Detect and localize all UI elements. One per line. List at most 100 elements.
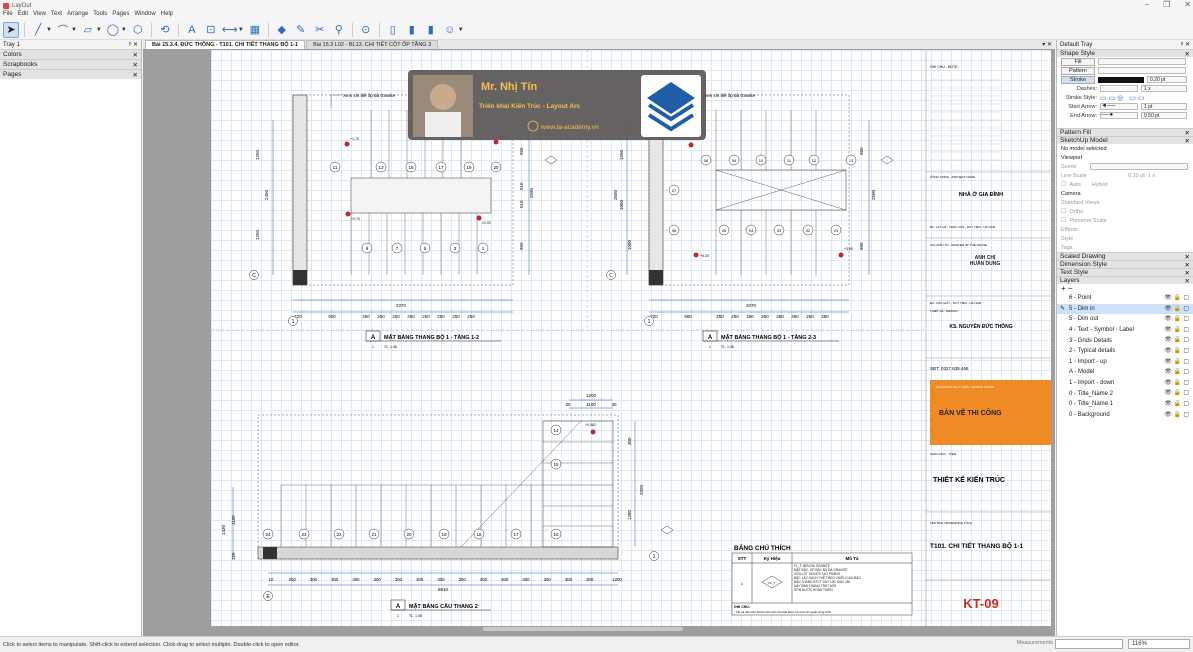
add-remove-layer-buttons[interactable]: + − (1061, 284, 1073, 293)
fill-button[interactable]: Fill (1061, 57, 1095, 66)
chevron-down-icon[interactable]: ▼ (238, 27, 244, 33)
panel-pattern-fill[interactable]: Pattern Fill ✕ (1057, 128, 1193, 137)
minimize-button[interactable]: − (1144, 0, 1149, 9)
arc-tool-icon[interactable]: ⌒ (55, 22, 71, 38)
layer-visibility-lock-icons[interactable]: 👁🔒▢ (1164, 315, 1191, 322)
close-icon[interactable]: ✕ (1185, 277, 1190, 285)
add-page-icon[interactable]: ▯ (385, 22, 401, 38)
render-mode[interactable]: Hybrid (1092, 182, 1108, 188)
panel-text-style[interactable]: Text Style ✕ (1057, 268, 1193, 277)
end-arrow-size[interactable]: 0.50 pt (1141, 112, 1187, 119)
text-tool-icon[interactable]: A (184, 22, 200, 38)
close-icon[interactable]: ✕ (1185, 50, 1190, 58)
chevron-down-icon[interactable]: ▼ (96, 27, 102, 33)
pattern-swatch[interactable] (1098, 67, 1186, 74)
style-tool-icon[interactable]: ✎ (293, 22, 309, 38)
chevron-down-icon[interactable]: ▼ (458, 27, 464, 33)
stroke-button[interactable]: Stroke (1061, 75, 1095, 84)
close-icon[interactable]: ✕ (133, 61, 138, 69)
pin-close-icon[interactable]: ᵖ ✕ (129, 41, 138, 48)
screenshot-icon[interactable]: ⊙ (358, 22, 374, 38)
layer-visibility-lock-icons[interactable]: 👁🔒▢ (1164, 336, 1191, 343)
close-icon[interactable]: ✕ (1185, 269, 1190, 277)
pattern-button[interactable]: Pattern (1061, 66, 1095, 75)
layer-visibility-lock-icons[interactable]: 👁🔒▢ (1164, 305, 1191, 312)
horizontal-scrollbar[interactable] (483, 627, 683, 631)
panel-layers[interactable]: Layers ✕ (1057, 276, 1193, 285)
layer-visibility-lock-icons[interactable]: 👁🔒▢ (1164, 368, 1191, 375)
panel-sketchup-model[interactable]: SketchUp Model ✕ (1057, 136, 1193, 145)
menu-arrange[interactable]: Arrange (67, 11, 88, 20)
close-icon[interactable]: ✕ (133, 71, 138, 79)
close-window-button[interactable]: ✕ (1184, 0, 1191, 9)
style-row[interactable]: Style (1057, 234, 1193, 243)
table-tool-icon[interactable]: ▦ (247, 22, 263, 38)
panel-scaled-drawing[interactable]: Scaled Drawing ✕ (1057, 252, 1193, 261)
fill-swatch[interactable] (1098, 58, 1186, 65)
start-arrow-size[interactable]: 1 pt (1141, 103, 1187, 110)
layer-visibility-lock-icons[interactable]: 👁🔒▢ (1164, 347, 1191, 354)
tabs-controls[interactable]: ▾ ✕ (1042, 41, 1052, 48)
end-arrow-select[interactable]: ──● (1100, 112, 1138, 119)
menu-tools[interactable]: Tools (93, 11, 107, 20)
effects-row[interactable]: Effects (1057, 225, 1193, 234)
layer-row[interactable]: 5 - Dim out 👁🔒▢ (1057, 314, 1193, 325)
layer-row[interactable]: 4 - Text - Symbol - Label 👁🔒▢ (1057, 325, 1193, 336)
close-icon[interactable]: ✕ (1185, 137, 1190, 145)
start-arrow-select[interactable]: ◄── (1100, 103, 1138, 110)
close-icon[interactable]: ✕ (1185, 253, 1190, 261)
chevron-down-icon[interactable]: ▼ (121, 27, 127, 33)
layer-visibility-lock-icons[interactable]: 👁🔒▢ (1164, 294, 1191, 301)
previous-page-icon[interactable]: ▮ (404, 22, 420, 38)
offset-tool-icon[interactable]: ⟲ (157, 22, 173, 38)
scene-select[interactable] (1090, 163, 1188, 170)
layer-visibility-lock-icons[interactable]: 👁🔒▢ (1164, 379, 1191, 386)
split-tool-icon[interactable]: ✂ (312, 22, 328, 38)
line-scale-mult[interactable]: 1 x (1148, 173, 1155, 179)
line-scale-value[interactable]: 0.10 pt (1128, 173, 1145, 179)
line-tool-icon[interactable]: ╱ (30, 22, 46, 38)
dimension-tool-icon[interactable]: ⟷ (222, 22, 238, 38)
dashes-select[interactable] (1100, 85, 1138, 92)
stroke-width-input[interactable]: 0.20 pt (1147, 76, 1187, 83)
measurements-input[interactable] (1055, 639, 1123, 649)
layer-row[interactable]: 0 - Title_Name 2 👁🔒▢ (1057, 388, 1193, 399)
panel-dimension-style[interactable]: Dimension Style ✕ (1057, 260, 1193, 269)
layer-row[interactable]: 2 - Typical details 👁🔒▢ (1057, 346, 1193, 357)
menu-help[interactable]: Help (161, 11, 173, 20)
label-tool-icon[interactable]: ⊡ (203, 22, 219, 38)
zoom-select[interactable]: 116% (1128, 639, 1190, 649)
ortho-checkbox[interactable]: ☐ (1061, 208, 1066, 215)
layer-visibility-lock-icons[interactable]: 👁🔒▢ (1164, 411, 1191, 418)
dash-scale-select[interactable]: 1 x (1141, 85, 1187, 92)
erase-tool-icon[interactable]: ◆ (274, 22, 290, 38)
panel-scrapbooks[interactable]: Scrapbooks ✕ (0, 59, 141, 69)
layer-visibility-lock-icons[interactable]: 👁🔒▢ (1164, 358, 1191, 365)
preserve-scale-checkbox[interactable]: ☐ (1061, 217, 1066, 224)
close-icon[interactable]: ✕ (1185, 261, 1190, 269)
menu-view[interactable]: View (33, 11, 46, 20)
layer-row[interactable]: 0 - Background 👁🔒▢ (1057, 410, 1193, 421)
camera-row[interactable]: Camera (1057, 189, 1193, 198)
menu-window[interactable]: Window (134, 11, 155, 20)
chevron-down-icon[interactable]: ▼ (46, 27, 52, 33)
pin-close-icon[interactable]: ᵖ ✕ (1181, 41, 1190, 48)
rectangle-tool-icon[interactable]: ▱ (80, 22, 96, 38)
user-account-icon[interactable]: ☺ (442, 22, 458, 38)
auto-checkbox[interactable]: ☐ (1061, 181, 1066, 188)
circle-tool-icon[interactable]: ◯ (105, 22, 121, 38)
drawing-page[interactable]: 11 13 15 17 19 20 9 7 5 3 1 +1.75 +0.75 … (211, 50, 1051, 626)
layer-row[interactable]: 1 - Import - down 👁🔒▢ (1057, 378, 1193, 389)
layer-visibility-lock-icons[interactable]: 👁🔒▢ (1164, 400, 1191, 407)
layer-row[interactable]: 0 - Title_Name 1 👁🔒▢ (1057, 399, 1193, 410)
layer-row[interactable]: ✎ 5 - Dim in 👁🔒▢ (1057, 303, 1193, 315)
menu-file[interactable]: File (3, 11, 13, 20)
join-tool-icon[interactable]: ⚲ (331, 22, 347, 38)
layer-row[interactable]: 3 - Grids Details 👁🔒▢ (1057, 335, 1193, 346)
menu-text[interactable]: Text (51, 11, 62, 20)
menu-pages[interactable]: Pages (112, 11, 129, 20)
stroke-swatch[interactable] (1098, 76, 1144, 83)
layer-row[interactable]: 1 - Import - up 👁🔒▢ (1057, 357, 1193, 368)
layer-row[interactable]: A - Model 👁🔒▢ (1057, 367, 1193, 378)
panel-colors[interactable]: Colors ✕ (0, 49, 141, 59)
